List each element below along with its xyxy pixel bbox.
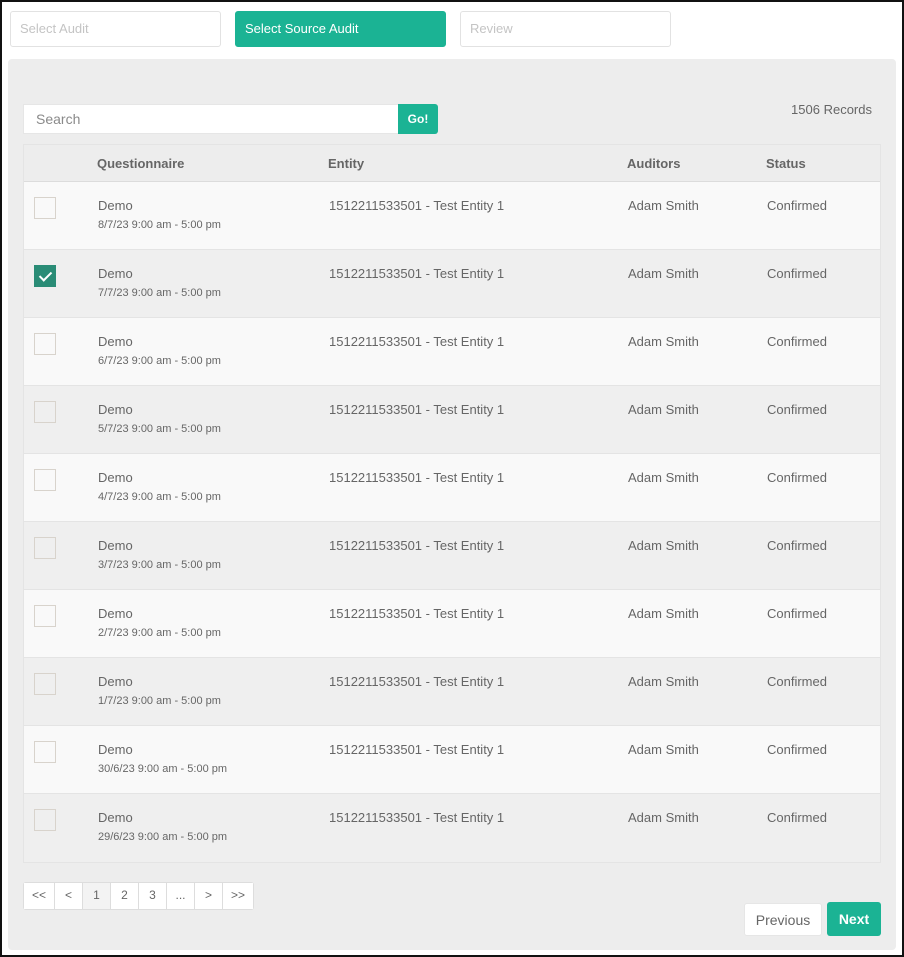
wizard-steps: Select Audit Select Source Audit Review xyxy=(10,11,671,47)
row-checkbox[interactable] xyxy=(34,605,56,627)
page-3-button[interactable]: 3 xyxy=(139,883,168,909)
step-review[interactable]: Review xyxy=(460,11,671,47)
table-row[interactable]: Demo 2/7/23 9:00 am - 5:00 pm 151221153350… xyxy=(24,590,880,658)
entity-cell: 1512211533501 - Test Entity 1 xyxy=(329,266,505,281)
audit-date: 8/7/23 9:00 am - 5:00 pm xyxy=(98,219,221,231)
step-select-source-audit[interactable]: Select Source Audit xyxy=(235,11,446,47)
auditors-cell: Adam Smith xyxy=(628,742,699,757)
search-go-button[interactable]: Go! xyxy=(398,104,438,134)
table-row[interactable]: Demo 6/7/23 9:00 am - 5:00 pm 151221153350… xyxy=(24,318,880,386)
table-row[interactable]: Demo 3/7/23 9:00 am - 5:00 pm 151221153350… xyxy=(24,522,880,590)
step-select-audit[interactable]: Select Audit xyxy=(10,11,221,47)
audit-selection-panel: Go! 1506 Records Questionnaire Entity Au… xyxy=(8,59,896,950)
page-first-page-button[interactable]: << xyxy=(24,883,56,909)
auditors-cell: Adam Smith xyxy=(628,266,699,281)
table-row[interactable]: Demo 29/6/23 9:00 am - 5:00 pm 15122115335… xyxy=(24,794,880,862)
entity-cell: 1512211533501 - Test Entity 1 xyxy=(329,606,505,621)
page-last-page-button[interactable]: >> xyxy=(223,883,254,909)
audit-date: 29/6/23 9:00 am - 5:00 pm xyxy=(98,831,228,843)
audit-date: 5/7/23 9:00 am - 5:00 pm xyxy=(98,423,221,435)
row-checkbox[interactable] xyxy=(34,197,56,219)
audit-date: 1/7/23 9:00 am - 5:00 pm xyxy=(98,695,221,707)
auditors-cell: Adam Smith xyxy=(628,470,699,485)
page-1-button[interactable]: 1 xyxy=(83,883,112,909)
audit-date: 4/7/23 9:00 am - 5:00 pm xyxy=(98,491,221,503)
row-checkbox[interactable] xyxy=(34,741,56,763)
table-row[interactable]: Demo 8/7/23 9:00 am - 5:00 pm 151221153350… xyxy=(24,182,880,250)
table-row[interactable]: Demo 7/7/23 9:00 am - 5:00 pm 151221153350… xyxy=(24,250,880,318)
status-cell: Confirmed xyxy=(767,674,827,689)
previous-button[interactable]: Previous xyxy=(744,903,822,936)
pagination: << <1 2 3... > >> xyxy=(23,882,255,910)
status-cell: Confirmed xyxy=(767,198,827,213)
audit-date: 7/7/23 9:00 am - 5:00 pm xyxy=(98,287,221,299)
questionnaire-name: Demo xyxy=(98,810,133,825)
status-cell: Confirmed xyxy=(767,742,827,757)
table-row[interactable]: Demo 5/7/23 9:00 am - 5:00 pm 151221153350… xyxy=(24,386,880,454)
questionnaire-name: Demo xyxy=(98,334,133,349)
audit-date: 30/6/23 9:00 am - 5:00 pm xyxy=(98,763,228,775)
page-ellipsis-button[interactable]: ... xyxy=(167,883,196,909)
column-header-status[interactable]: Status xyxy=(766,156,806,171)
page-next-page-button[interactable]: > xyxy=(195,883,224,909)
entity-cell: 1512211533501 - Test Entity 1 xyxy=(329,810,505,825)
entity-cell: 1512211533501 - Test Entity 1 xyxy=(329,402,505,417)
entity-cell: 1512211533501 - Test Entity 1 xyxy=(329,198,505,213)
row-checkbox[interactable] xyxy=(34,673,56,695)
entity-cell: 1512211533501 - Test Entity 1 xyxy=(329,674,505,689)
audit-table: Questionnaire Entity Auditors Status Dem… xyxy=(23,144,881,863)
records-count: 1506 Records xyxy=(791,102,872,117)
audit-date: 2/7/23 9:00 am - 5:00 pm xyxy=(98,627,221,639)
table-row[interactable]: Demo 30/6/23 9:00 am - 5:00 pm 15122115335… xyxy=(24,726,880,794)
table-header: Questionnaire Entity Auditors Status xyxy=(24,145,880,182)
status-cell: Confirmed xyxy=(767,470,827,485)
auditors-cell: Adam Smith xyxy=(628,402,699,417)
questionnaire-name: Demo xyxy=(98,606,133,621)
auditors-cell: Adam Smith xyxy=(628,810,699,825)
table-row[interactable]: Demo 4/7/23 9:00 am - 5:00 pm 151221153350… xyxy=(24,454,880,522)
questionnaire-name: Demo xyxy=(98,742,133,757)
status-cell: Confirmed xyxy=(767,538,827,553)
auditors-cell: Adam Smith xyxy=(628,198,699,213)
questionnaire-name: Demo xyxy=(98,538,133,553)
questionnaire-name: Demo xyxy=(98,198,133,213)
row-checkbox[interactable] xyxy=(34,265,56,287)
auditors-cell: Adam Smith xyxy=(628,334,699,349)
status-cell: Confirmed xyxy=(767,606,827,621)
status-cell: Confirmed xyxy=(767,402,827,417)
questionnaire-name: Demo xyxy=(98,674,133,689)
questionnaire-name: Demo xyxy=(98,266,133,281)
column-header-entity[interactable]: Entity xyxy=(328,156,364,171)
entity-cell: 1512211533501 - Test Entity 1 xyxy=(329,538,505,553)
search-input[interactable] xyxy=(23,104,398,134)
audit-date: 3/7/23 9:00 am - 5:00 pm xyxy=(98,559,221,571)
row-checkbox[interactable] xyxy=(34,537,56,559)
status-cell: Confirmed xyxy=(767,334,827,349)
auditors-cell: Adam Smith xyxy=(628,674,699,689)
next-button[interactable]: Next xyxy=(827,902,881,936)
auditors-cell: Adam Smith xyxy=(628,606,699,621)
entity-cell: 1512211533501 - Test Entity 1 xyxy=(329,470,505,485)
audit-date: 6/7/23 9:00 am - 5:00 pm xyxy=(98,355,221,367)
status-cell: Confirmed xyxy=(767,810,827,825)
questionnaire-name: Demo xyxy=(98,402,133,417)
questionnaire-name: Demo xyxy=(98,470,133,485)
table-body: Demo 8/7/23 9:00 am - 5:00 pm 151221153350… xyxy=(24,182,880,862)
status-cell: Confirmed xyxy=(767,266,827,281)
row-checkbox[interactable] xyxy=(34,469,56,491)
auditors-cell: Adam Smith xyxy=(628,538,699,553)
entity-cell: 1512211533501 - Test Entity 1 xyxy=(329,742,505,757)
column-header-auditors[interactable]: Auditors xyxy=(627,156,680,171)
row-checkbox[interactable] xyxy=(34,333,56,355)
row-checkbox[interactable] xyxy=(34,809,56,831)
entity-cell: 1512211533501 - Test Entity 1 xyxy=(329,334,505,349)
table-row[interactable]: Demo 1/7/23 9:00 am - 5:00 pm 151221153350… xyxy=(24,658,880,726)
page-2-button[interactable]: 2 xyxy=(111,883,140,909)
column-header-questionnaire[interactable]: Questionnaire xyxy=(97,156,184,171)
search-bar: Go! xyxy=(23,104,438,134)
row-checkbox[interactable] xyxy=(34,401,56,423)
page-prev-page-button[interactable]: < xyxy=(55,883,84,909)
